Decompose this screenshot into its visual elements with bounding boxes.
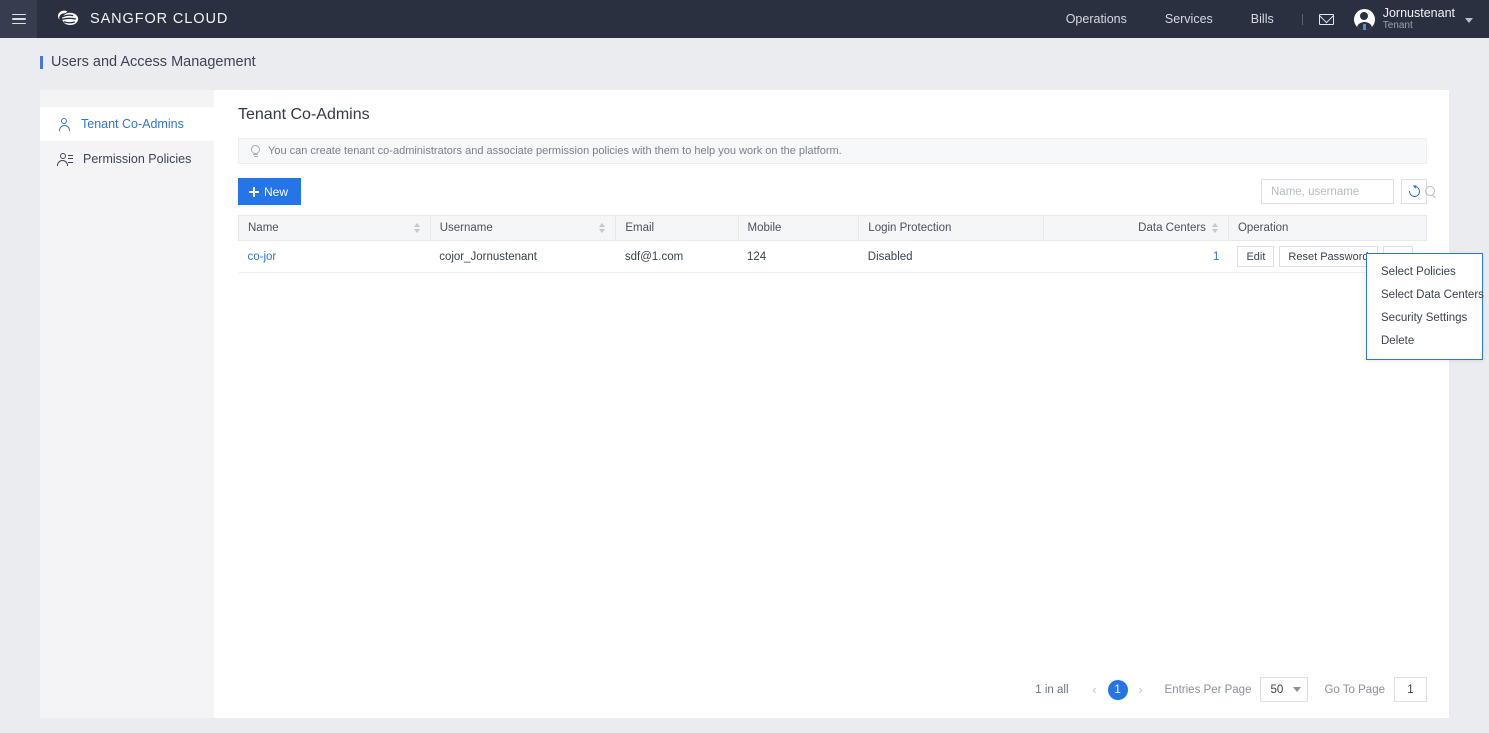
- topnav-item-bills[interactable]: Bills: [1232, 0, 1293, 38]
- co-admins-table: Name Username Email Mobile Login Protect…: [238, 215, 1428, 273]
- top-nav-menu: Operations Services Bills Jornustenant T…: [1047, 0, 1489, 38]
- menu-item-select-data-centers[interactable]: Select Data Centers: [1367, 283, 1484, 306]
- search-box[interactable]: [1261, 179, 1435, 204]
- pagination: 1 in all ‹ 1 › Entries Per Page 50 Go To…: [1035, 677, 1427, 702]
- user-icon: [57, 117, 71, 131]
- secondary-sidebar: Tenant Co-Admins Permission Policies: [40, 90, 214, 718]
- menu-toggle-button[interactable]: [0, 0, 37, 38]
- section-heading: Tenant Co-Admins: [238, 106, 370, 123]
- sidebar-item-permission-policies[interactable]: Permission Policies: [40, 142, 214, 176]
- column-label: Login Protection: [868, 222, 952, 234]
- table-body: co-jor cojor_Jornustenant sdf@1.com 124 …: [238, 240, 1427, 273]
- plus-icon: [249, 186, 259, 197]
- cell-email: sdf@1.com: [615, 240, 739, 273]
- content-card: Tenant Co-Admins Permission Policies Ten…: [40, 90, 1484, 718]
- sangfor-cloud-logo-icon: [56, 9, 81, 29]
- page-title-bar: Users and Access Management: [0, 38, 1489, 86]
- refresh-button[interactable]: [1401, 179, 1427, 204]
- topnav-item-services[interactable]: Services: [1146, 0, 1232, 38]
- user-account-menu[interactable]: Jornustenant Tenant: [1342, 0, 1489, 38]
- table-row: co-jor cojor_Jornustenant sdf@1.com 124 …: [238, 240, 1427, 273]
- brand-logo-area[interactable]: SANGFOR CLOUD: [56, 9, 228, 29]
- cell-username: cojor_Jornustenant: [430, 240, 616, 273]
- sidebar-item-tenant-co-admins[interactable]: Tenant Co-Admins: [40, 107, 214, 141]
- lightbulb-icon: [250, 145, 261, 157]
- info-banner-text: You can create tenant co-administrators …: [268, 145, 842, 157]
- main-panel: Tenant Co-Admins You can create tenant c…: [214, 90, 1484, 718]
- sort-toggle-icon[interactable]: [413, 223, 421, 233]
- menu-item-select-policies[interactable]: Select Policies: [1367, 260, 1482, 283]
- entries-per-page-select[interactable]: 50: [1260, 677, 1309, 702]
- envelope-icon: [1319, 13, 1335, 25]
- table-header-row: Name Username Email Mobile Login Protect…: [238, 215, 1428, 241]
- co-admin-name-link[interactable]: co-jor: [248, 251, 277, 263]
- row-actions-dropdown-menu: Select Policies Select Data Centers Secu…: [1366, 253, 1484, 360]
- next-page-button[interactable]: ›: [1131, 682, 1151, 697]
- title-accent-bar: [40, 55, 43, 69]
- page-number-1[interactable]: 1: [1107, 679, 1128, 700]
- go-to-page-label: Go To Page: [1324, 683, 1385, 696]
- sort-toggle-icon[interactable]: [598, 223, 606, 233]
- total-count-label: 1 in all: [1035, 683, 1069, 696]
- hamburger-icon: [11, 13, 26, 25]
- column-header-operation: Operation: [1228, 215, 1428, 241]
- sidebar-item-label: Permission Policies: [83, 152, 192, 166]
- messages-button[interactable]: [1312, 0, 1342, 38]
- column-label: Name: [248, 222, 279, 234]
- sidebar-item-label: Tenant Co-Admins: [81, 117, 184, 131]
- cell-login-protection: Disabled: [858, 240, 1044, 273]
- page-title: Users and Access Management: [51, 54, 256, 70]
- column-label: Email: [625, 222, 655, 234]
- cell-name: co-jor: [238, 240, 431, 273]
- topnav-divider: [1301, 13, 1303, 25]
- topnav-item-operations[interactable]: Operations: [1047, 0, 1146, 38]
- cell-data-centers: 1: [1043, 240, 1229, 273]
- data-centers-count-link[interactable]: 1: [1213, 251, 1219, 263]
- chevron-down-icon: [1293, 687, 1302, 692]
- new-button[interactable]: New: [238, 178, 302, 205]
- user-name: Jornustenant: [1382, 6, 1455, 21]
- go-to-page-input[interactable]: [1394, 677, 1427, 702]
- column-label: Mobile: [747, 222, 782, 234]
- menu-item-security-settings[interactable]: Security Settings: [1367, 306, 1482, 329]
- edit-button[interactable]: Edit: [1237, 246, 1275, 267]
- cell-mobile: 124: [738, 240, 859, 273]
- column-header-login-protection: Login Protection: [858, 215, 1045, 241]
- refresh-icon: [1406, 183, 1422, 200]
- avatar: [1353, 8, 1375, 30]
- top-navigation-bar: SANGFOR CLOUD Operations Services Bills …: [0, 0, 1489, 38]
- new-button-label: New: [264, 184, 289, 199]
- chevron-down-icon: [1465, 18, 1473, 23]
- column-label: Data Centers: [1138, 222, 1206, 234]
- column-header-username[interactable]: Username: [430, 215, 617, 241]
- entries-per-page-label: Entries Per Page: [1164, 683, 1252, 696]
- menu-item-delete[interactable]: Delete: [1367, 329, 1482, 352]
- info-banner: You can create tenant co-administrators …: [238, 138, 1427, 164]
- reset-password-button[interactable]: Reset Password: [1279, 246, 1378, 267]
- user-role: Tenant: [1382, 20, 1413, 32]
- table-header: Name Username Email Mobile Login Protect…: [238, 215, 1428, 241]
- column-label: Operation: [1237, 222, 1289, 234]
- sort-toggle-icon[interactable]: [1211, 223, 1219, 233]
- column-header-mobile: Mobile: [738, 215, 860, 241]
- entries-per-page-value: 50: [1270, 683, 1284, 696]
- table-toolbar: New: [238, 178, 1435, 205]
- brand-name: SANGFOR CLOUD: [90, 11, 229, 27]
- prev-page-button[interactable]: ‹: [1085, 682, 1105, 697]
- user-list-icon: [57, 152, 73, 166]
- column-header-data-centers[interactable]: Data Centers: [1043, 215, 1229, 241]
- column-label: Username: [439, 222, 493, 234]
- column-header-name[interactable]: Name: [238, 215, 431, 241]
- search-icon[interactable]: [1425, 186, 1436, 197]
- column-header-email: Email: [615, 215, 739, 241]
